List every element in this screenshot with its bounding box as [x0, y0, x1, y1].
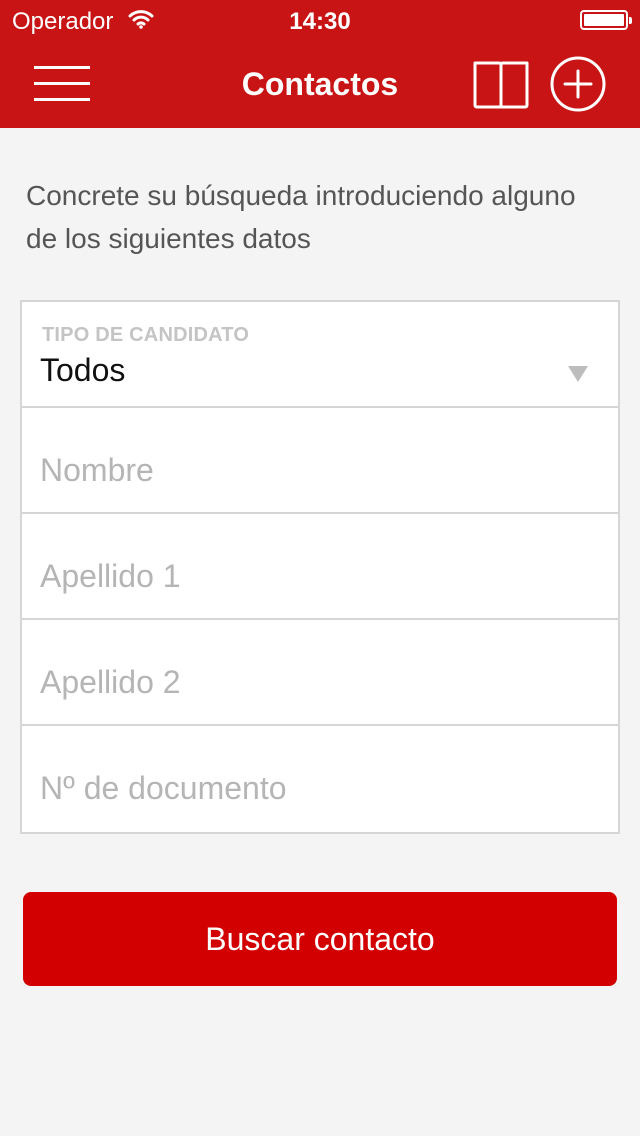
status-time: 14:30: [289, 8, 351, 35]
document-number-input[interactable]: [22, 726, 618, 830]
search-instructions: Concrete su búsqueda introduciendo algun…: [26, 180, 576, 254]
triangle-down-icon: [568, 366, 588, 382]
documento-row: [22, 726, 618, 832]
search-contact-button[interactable]: Buscar contacto: [23, 892, 617, 986]
search-form: TIPO DE CANDIDATO Todos: [20, 300, 620, 834]
navigation-bar: Contactos: [0, 40, 640, 128]
status-bar: Operador 14:30: [0, 0, 640, 40]
page-title: Contactos: [241, 66, 399, 102]
plus-circle-icon[interactable]: [550, 56, 606, 112]
apellido1-input[interactable]: [22, 514, 618, 618]
battery-icon: [580, 10, 632, 30]
apellido2-input[interactable]: [22, 620, 618, 724]
candidate-type-select[interactable]: TIPO DE CANDIDATO Todos: [22, 302, 618, 408]
nombre-input[interactable]: [22, 408, 618, 512]
nombre-row: [22, 408, 618, 514]
apellido1-row: [22, 514, 618, 620]
candidate-type-label: TIPO DE CANDIDATO: [42, 324, 250, 346]
book-icon[interactable]: [472, 60, 530, 110]
apellido2-row: [22, 620, 618, 726]
candidate-type-value: Todos: [40, 352, 126, 388]
top-bar: Operador 14:30 Contactos: [0, 0, 640, 128]
